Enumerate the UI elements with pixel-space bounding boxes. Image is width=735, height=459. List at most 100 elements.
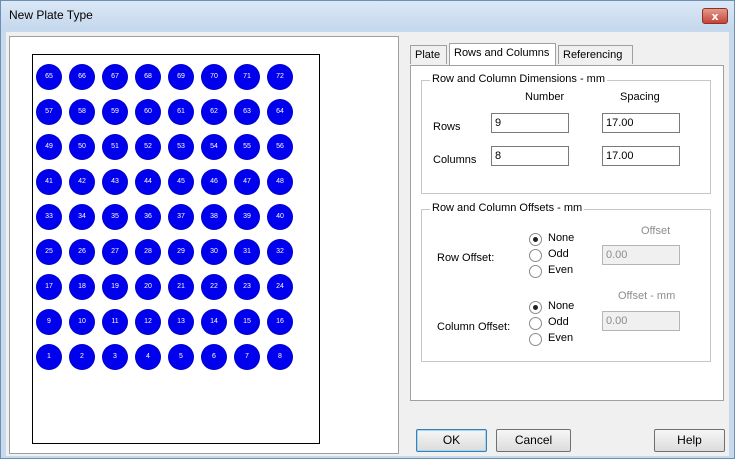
plate-well: 10	[70, 310, 94, 334]
plate-well: 47	[235, 170, 259, 194]
plate-well: 56	[268, 135, 292, 159]
column-offset-header: Offset - mm	[618, 290, 676, 302]
plate-well: 3	[103, 345, 127, 369]
plate-well: 27	[103, 240, 127, 264]
plate-well: 2	[70, 345, 94, 369]
column-offset-even-radio[interactable]	[529, 333, 542, 346]
plate-well: 54	[202, 135, 226, 159]
rows-label: Rows	[433, 121, 461, 133]
plate-well: 33	[37, 205, 61, 229]
rows-spacing-input[interactable]: 17.00	[602, 113, 680, 133]
plate-well: 26	[70, 240, 94, 264]
plate-well: 40	[268, 205, 292, 229]
plate-preview-pane: 65 66 67 68 69 70 71 72 57 58 59 60 61 62 63 64 49 50 51 52…	[9, 36, 399, 454]
row-offset-none-radio[interactable]	[529, 233, 542, 246]
close-button[interactable]: x	[702, 8, 728, 24]
plate-well: 63	[235, 100, 259, 124]
column-offset-odd-radio[interactable]	[529, 317, 542, 330]
column-offset-even-label[interactable]: Even	[548, 332, 573, 344]
spacing-column-header: Spacing	[620, 91, 660, 103]
plate-well: 25	[37, 240, 61, 264]
plate-well: 31	[235, 240, 259, 264]
plate-well: 4	[136, 345, 160, 369]
window-title: New Plate Type	[9, 8, 93, 22]
dimensions-group: Row and Column Dimensions - mm Number Sp…	[421, 73, 711, 194]
tab-plate[interactable]: Plate	[410, 45, 447, 64]
plate-well: 62	[202, 100, 226, 124]
plate-well: 43	[103, 170, 127, 194]
plate-well: 72	[268, 65, 292, 89]
plate-well: 42	[70, 170, 94, 194]
plate-well: 20	[136, 275, 160, 299]
plate-well: 51	[103, 135, 127, 159]
tab-rows-and-columns[interactable]: Rows and Columns	[449, 43, 556, 65]
row-offset-even-radio[interactable]	[529, 265, 542, 278]
plate-well: 37	[169, 205, 193, 229]
plate-well: 21	[169, 275, 193, 299]
plate-well: 15	[235, 310, 259, 334]
help-button[interactable]: Help	[654, 429, 725, 452]
plate-well: 28	[136, 240, 160, 264]
plate-well: 29	[169, 240, 193, 264]
plate-well: 34	[70, 205, 94, 229]
columns-label: Columns	[433, 154, 477, 166]
columns-spacing-input[interactable]: 17.00	[602, 146, 680, 166]
plate-well: 52	[136, 135, 160, 159]
plate-well: 36	[136, 205, 160, 229]
column-offset-odd-label[interactable]: Odd	[548, 316, 569, 328]
row-offset-odd-label[interactable]: Odd	[548, 248, 569, 260]
row-offset-input[interactable]: 0.00	[602, 245, 680, 265]
plate-well: 64	[268, 100, 292, 124]
plate-well: 49	[37, 135, 61, 159]
column-offset-none-radio[interactable]	[529, 301, 542, 314]
plate-well: 60	[136, 100, 160, 124]
plate-well: 65	[37, 65, 61, 89]
plate-well: 23	[235, 275, 259, 299]
row-offset-none-label[interactable]: None	[548, 232, 574, 244]
plate-well: 41	[37, 170, 61, 194]
plate-well: 24	[268, 275, 292, 299]
plate-well: 7	[235, 345, 259, 369]
ok-button[interactable]: OK	[416, 429, 487, 452]
column-offset-none-label[interactable]: None	[548, 300, 574, 312]
plate-well: 70	[202, 65, 226, 89]
plate-well: 53	[169, 135, 193, 159]
plate-well: 38	[202, 205, 226, 229]
cancel-button[interactable]: Cancel	[496, 429, 571, 452]
plate-well: 22	[202, 275, 226, 299]
plate-well: 68	[136, 65, 160, 89]
plate-well: 30	[202, 240, 226, 264]
plate-well: 11	[103, 310, 127, 334]
offsets-group-title: Row and Column Offsets - mm	[430, 202, 585, 214]
plate-well: 46	[202, 170, 226, 194]
columns-number-input[interactable]: 8	[491, 146, 569, 166]
plate-well: 61	[169, 100, 193, 124]
plate-well: 50	[70, 135, 94, 159]
plate-well: 5	[169, 345, 193, 369]
plate-well: 1	[37, 345, 61, 369]
plate-well: 66	[70, 65, 94, 89]
plate-well: 18	[70, 275, 94, 299]
row-offset-even-label[interactable]: Even	[548, 264, 573, 276]
plate-well: 58	[70, 100, 94, 124]
plate-well: 13	[169, 310, 193, 334]
plate-well: 57	[37, 100, 61, 124]
column-offset-input[interactable]: 0.00	[602, 311, 680, 331]
plate-well: 45	[169, 170, 193, 194]
dimensions-group-title: Row and Column Dimensions - mm	[430, 73, 607, 85]
row-offset-label: Row Offset:	[437, 252, 495, 264]
plate-well: 71	[235, 65, 259, 89]
tab-referencing[interactable]: Referencing	[558, 45, 633, 64]
dialog-client: 65 66 67 68 69 70 71 72 57 58 59 60 61 62 63 64 49 50 51 52…	[6, 32, 729, 456]
plate-well: 67	[103, 65, 127, 89]
plate-well: 55	[235, 135, 259, 159]
plate-well: 12	[136, 310, 160, 334]
row-offset-odd-radio[interactable]	[529, 249, 542, 262]
plate-well: 39	[235, 205, 259, 229]
dialog-window: New Plate Type x 65 66 67 68 69 70 71 72 57 58 59 6…	[0, 0, 735, 459]
rows-number-input[interactable]: 9	[491, 113, 569, 133]
title-bar[interactable]: New Plate Type x	[1, 1, 734, 31]
plate-well: 17	[37, 275, 61, 299]
row-offset-header: Offset	[641, 225, 671, 237]
column-offset-label: Column Offset:	[437, 321, 511, 333]
